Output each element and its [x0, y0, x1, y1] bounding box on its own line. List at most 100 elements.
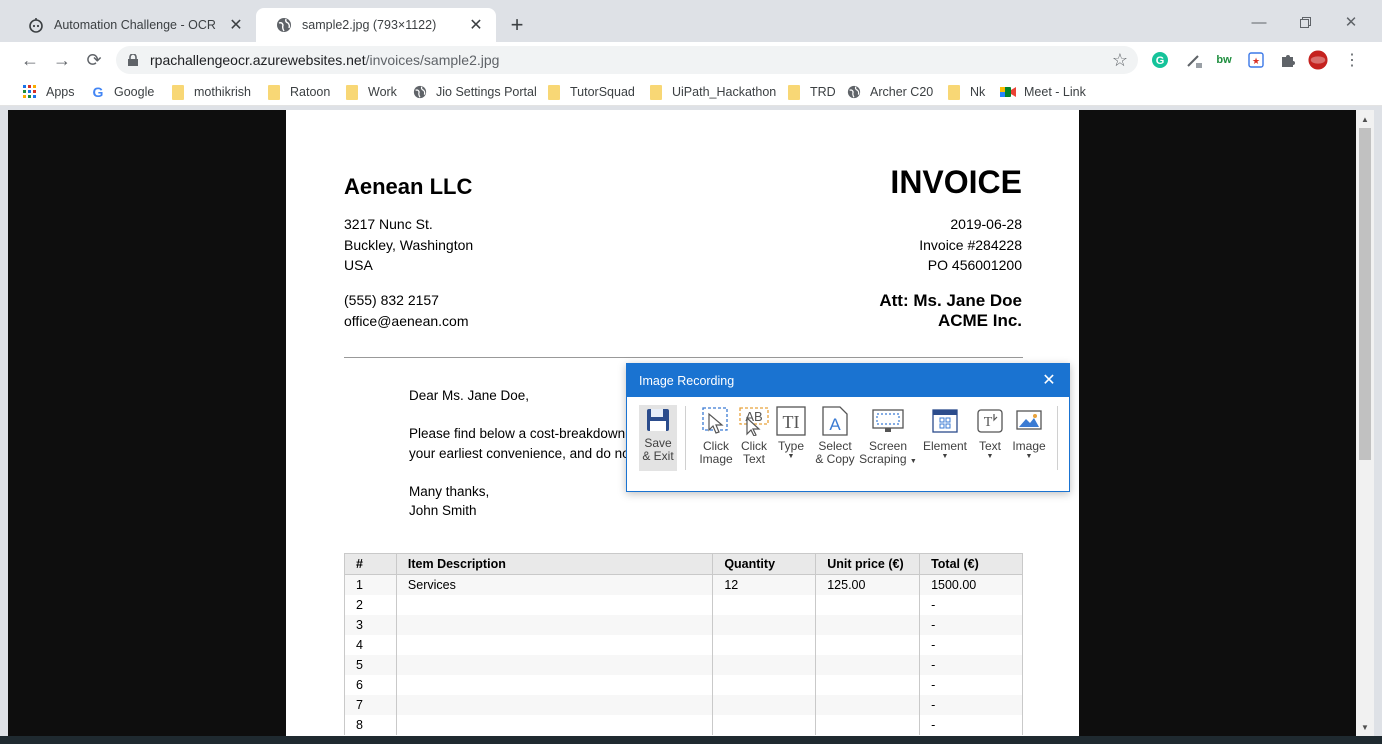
bookmark-ratoon[interactable]: Ratoon [266, 83, 330, 101]
bookmark-label: mothikrish [194, 85, 251, 99]
click-image-icon [700, 404, 732, 438]
forward-arrow-icon[interactable]: → [48, 46, 76, 74]
table-cell: - [919, 674, 1023, 695]
element-button[interactable]: Element ▼ [921, 404, 969, 461]
click-image-button[interactable]: Click Image [696, 404, 736, 466]
close-tab-icon[interactable]: ✕ [466, 15, 486, 35]
dropdown-caret-icon[interactable]: ▼ [942, 453, 949, 461]
bookmark-archer-c20[interactable]: Archer C20 [846, 83, 933, 101]
column-header: Unit price (€) [815, 553, 921, 575]
text-icon: T [974, 404, 1006, 438]
close-icon[interactable]: ✕ [1041, 372, 1057, 389]
text-button[interactable]: T Text ▼ [973, 404, 1007, 461]
menu-kebab-icon[interactable]: ⋮ [1342, 50, 1362, 70]
dropdown-caret-icon[interactable]: ▼ [1026, 453, 1033, 461]
folder-icon [266, 84, 282, 100]
bw-extension-icon[interactable]: bw [1214, 50, 1234, 70]
screen-scraping-icon [872, 404, 904, 438]
toolbar-divider [685, 406, 686, 470]
grammarly-icon[interactable]: G [1150, 50, 1170, 70]
restore-icon[interactable] [1282, 10, 1328, 34]
svg-text:TI: TI [783, 412, 800, 432]
table-cell [712, 674, 817, 695]
column-header: Item Description [395, 553, 714, 575]
table-cell [395, 614, 714, 635]
company-phone: (555) 832 2157 [344, 292, 439, 308]
scroll-up-arrow-icon[interactable]: ▲ [1356, 112, 1374, 126]
tab-automation-challenge[interactable]: Automation Challenge - OCR ✕ [8, 8, 256, 42]
bookmark-mothikrish[interactable]: mothikrish [170, 83, 251, 101]
bookmark-meet-link[interactable]: Meet - Link [1000, 83, 1086, 101]
close-window-icon[interactable]: ✕ [1328, 10, 1374, 34]
table-cell [815, 634, 921, 655]
vertical-scrollbar[interactable]: ▲ ▼ [1356, 110, 1374, 736]
tool-label: Image [1012, 439, 1046, 453]
table-cell: 5 [344, 654, 397, 675]
bookmark-trd[interactable]: TRD [786, 83, 836, 101]
bookmark-label: Work [368, 85, 397, 99]
bookmark-label: Archer C20 [870, 85, 934, 99]
folder-icon [344, 84, 360, 100]
screen-scraping-button[interactable]: Screen Scraping ▼ [859, 404, 917, 466]
table-cell [395, 594, 714, 615]
table-cell [712, 614, 817, 635]
tab-title: sample2.jpg (793×1122) [302, 18, 437, 32]
bookmark-apps[interactable]: Apps [22, 83, 75, 101]
reload-icon[interactable]: ⟳ [80, 46, 108, 74]
image-button[interactable]: Image ▼ [1011, 404, 1047, 461]
address-line-3: USA [344, 257, 373, 273]
letter-greeting: Dear Ms. Jane Doe, [409, 388, 530, 403]
company-name: Aenean LLC [344, 174, 473, 199]
globe-icon [412, 84, 428, 100]
profile-avatar[interactable] [1308, 50, 1328, 70]
new-tab-button[interactable]: + [504, 12, 530, 38]
back-arrow-icon[interactable]: ← [16, 46, 44, 74]
scroll-down-arrow-icon[interactable]: ▼ [1356, 720, 1374, 734]
table-row: 2 - [344, 594, 1023, 615]
tab-sample2-jpg[interactable]: sample2.jpg (793×1122) ✕ [256, 8, 496, 42]
eyedropper-icon[interactable] [1184, 50, 1204, 70]
bookmark-jio-settings-portal[interactable]: Jio Settings Portal [412, 83, 537, 101]
address-bar[interactable]: rpachallengeocr.azurewebsites.net/invoic… [116, 46, 1138, 74]
dropdown-caret-icon[interactable]: ▼ [910, 458, 917, 465]
dropdown-caret-icon[interactable]: ▼ [788, 453, 795, 461]
table-cell [395, 674, 714, 695]
select-copy-button[interactable]: A Select & Copy [813, 404, 857, 466]
table-cell [815, 674, 921, 695]
table-cell [815, 654, 921, 675]
tool-label: Type [777, 439, 804, 453]
table-cell [712, 714, 817, 735]
attention-line: Att: Ms. Jane Doe [879, 291, 1022, 310]
save-exit-button[interactable]: Save & Exit [639, 405, 677, 471]
bookmark-label: Google [114, 85, 155, 99]
bookmarks-bar: Apps G Google mothikrish Ratoon Work Jio… [0, 78, 1382, 106]
bookmark-extension-icon[interactable]: ★ [1246, 50, 1266, 70]
browser-toolbar: ← → ⟳ rpachallengeocr.azurewebsites.net /… [0, 42, 1382, 78]
bookmark-uipath-hackathon[interactable]: UiPath_Hackathon [648, 83, 776, 101]
dropdown-caret-icon[interactable]: ▼ [987, 453, 994, 461]
folder-icon [170, 84, 186, 100]
apps-grid-icon [22, 84, 38, 100]
address-line-1: 3217 Nunc St. [344, 216, 433, 232]
table-cell: 1500.00 [919, 574, 1023, 595]
table-header-row: # Item Description Quantity Unit price (… [344, 553, 1023, 575]
table-row: 7 - [344, 694, 1023, 715]
minimize-icon[interactable]: — [1236, 10, 1282, 34]
bookmark-star-icon[interactable]: ☆ [1112, 50, 1128, 71]
bookmark-google[interactable]: G Google [90, 83, 155, 101]
type-button[interactable]: TI Type ▼ [774, 404, 808, 461]
company-email: office@aenean.com [344, 313, 469, 329]
bookmark-work[interactable]: Work [344, 83, 397, 101]
folder-icon [786, 84, 802, 100]
tool-label-with-caret: Scraping ▼ [859, 453, 917, 466]
element-icon [929, 404, 961, 438]
bookmark-tutorsquad[interactable]: TutorSquad [546, 83, 635, 101]
tool-label: Text [978, 439, 1001, 453]
scrollbar-thumb[interactable] [1359, 128, 1371, 460]
click-text-button[interactable]: AB Click Text [736, 404, 772, 466]
table-cell [395, 714, 714, 735]
bookmark-nk[interactable]: Nk [946, 83, 985, 101]
table-row: 3 - [344, 614, 1023, 635]
close-tab-icon[interactable]: ✕ [226, 15, 246, 35]
extensions-puzzle-icon[interactable] [1278, 50, 1298, 70]
